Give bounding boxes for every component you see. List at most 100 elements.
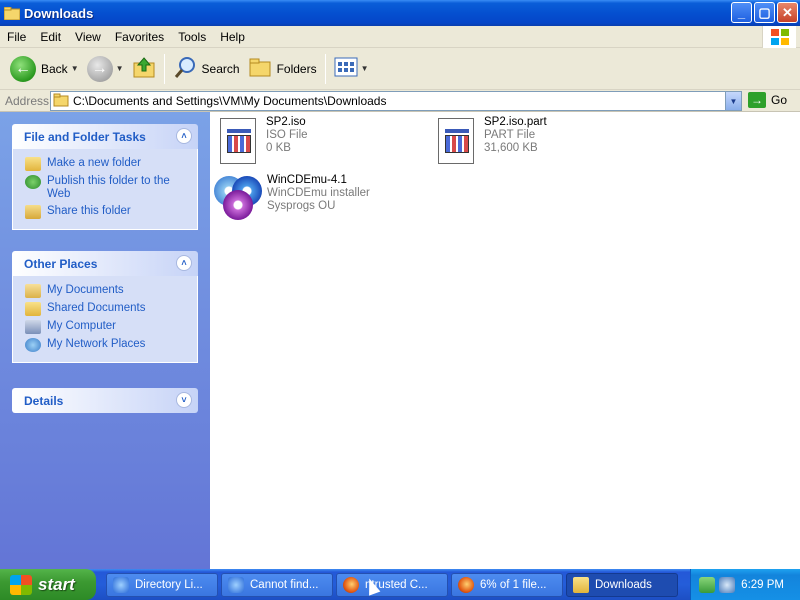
up-button[interactable]	[128, 52, 160, 86]
publish-web-icon	[25, 175, 41, 189]
start-label: start	[38, 574, 75, 594]
firefox-icon	[458, 576, 474, 593]
windows-flag-icon	[10, 574, 32, 595]
generic-file-icon	[218, 116, 258, 166]
place-my-computer[interactable]: My Computer	[25, 318, 189, 336]
place-my-network-places[interactable]: My Network Places	[25, 336, 189, 354]
task-label: Share this folder	[47, 205, 131, 217]
taskbar-item-label: Cannot find...	[250, 578, 319, 591]
file-item[interactable]: SP2.iso ISO File 0 KB	[218, 116, 308, 166]
folder-icon	[53, 93, 69, 110]
place-label: Shared Documents	[47, 302, 146, 314]
task-publish-web[interactable]: Publish this folder to the Web	[25, 173, 189, 203]
go-arrow-icon: →	[748, 92, 766, 108]
panel-title: Other Places	[24, 256, 98, 271]
menu-favorites[interactable]: Favorites	[108, 27, 171, 47]
details-panel: Details ˅	[12, 388, 198, 413]
menu-tools[interactable]: Tools	[171, 27, 213, 47]
folders-label: Folders	[276, 61, 317, 76]
address-input[interactable]: C:\Documents and Settings\VM\My Document…	[50, 91, 742, 111]
panel-title: File and Folder Tasks	[24, 129, 146, 144]
network-places-icon	[25, 338, 41, 352]
title-bar[interactable]: Downloads _ ▢ ✕	[0, 0, 800, 26]
file-list[interactable]: SP2.iso ISO File 0 KB SP2.iso.part PART …	[210, 112, 800, 569]
go-label: Go	[771, 93, 788, 107]
views-button[interactable]: ▼	[330, 52, 373, 86]
task-label: Publish this folder to the Web	[47, 175, 170, 200]
taskbar: start Directory Li... Cannot find... ntr…	[0, 569, 800, 600]
generic-file-icon	[436, 116, 476, 166]
forward-arrow-icon: →	[86, 55, 113, 82]
menu-view[interactable]: View	[68, 27, 108, 47]
file-type: WinCDEmu installer	[267, 187, 370, 199]
search-button[interactable]: Search	[169, 52, 244, 86]
maximize-button[interactable]: ▢	[754, 2, 775, 23]
taskbar-item[interactable]: ntrusted C...	[336, 572, 448, 597]
taskbar-item[interactable]: Directory Li...	[106, 572, 218, 597]
folders-button[interactable]: Folders	[244, 52, 321, 86]
close-button[interactable]: ✕	[777, 2, 798, 23]
place-label: My Documents	[47, 284, 124, 296]
place-label: My Computer	[47, 320, 117, 332]
chevron-down-icon[interactable]: ▼	[116, 64, 124, 73]
toolbar: ← Back ▼ → ▼ Search Folders ▼	[0, 48, 800, 90]
folder-icon	[3, 6, 21, 20]
new-folder-icon	[25, 157, 41, 171]
firefox-icon	[343, 576, 359, 593]
back-label: Back	[41, 61, 68, 76]
menu-file[interactable]: File	[0, 27, 33, 47]
taskbar-item-label: Directory Li...	[135, 578, 203, 591]
network-tray-icon[interactable]	[699, 576, 715, 593]
chevron-down-icon[interactable]: ▼	[361, 64, 369, 73]
file-folder-tasks-panel: File and Folder Tasks ˄ Make a new folde…	[12, 124, 198, 230]
folder-up-icon	[132, 55, 156, 82]
folders-icon	[248, 56, 272, 81]
taskbar-item[interactable]: 6% of 1 file...	[451, 572, 563, 597]
task-share-folder[interactable]: Share this folder	[25, 203, 189, 221]
file-type: PART File	[484, 129, 536, 141]
collapse-icon[interactable]: ˄	[176, 255, 192, 271]
search-icon	[173, 55, 197, 82]
ie-icon	[228, 576, 244, 593]
safely-remove-icon[interactable]	[719, 576, 735, 593]
taskbar-item-label: Downloads	[595, 578, 652, 591]
taskbar-item[interactable]: Cannot find...	[221, 572, 333, 597]
taskbar-item-label: 6% of 1 file...	[480, 578, 547, 591]
file-name: WinCDEmu-4.1	[267, 174, 347, 186]
file-name: SP2.iso	[266, 116, 306, 128]
menu-edit[interactable]: Edit	[33, 27, 68, 47]
other-places-panel: Other Places ˄ My Documents Shared Docum…	[12, 251, 198, 363]
place-my-documents[interactable]: My Documents	[25, 282, 189, 300]
panel-header[interactable]: Other Places ˄	[12, 251, 198, 276]
panel-header[interactable]: Details ˅	[12, 388, 198, 413]
panel-title: Details	[24, 393, 64, 408]
file-type: ISO File	[266, 129, 308, 141]
go-button[interactable]: → Go	[748, 92, 787, 108]
chevron-down-icon[interactable]: ▼	[71, 64, 79, 73]
forward-button[interactable]: → ▼	[83, 52, 128, 86]
place-label: My Network Places	[47, 338, 146, 350]
panel-header[interactable]: File and Folder Tasks ˄	[12, 124, 198, 149]
ie-icon	[113, 576, 129, 593]
cd-installer-icon	[214, 174, 262, 222]
menu-bar: File Edit View Favorites Tools Help	[0, 26, 800, 48]
file-item[interactable]: WinCDEmu-4.1 WinCDEmu installer Sysprogs…	[214, 174, 370, 222]
collapse-icon[interactable]: ˄	[176, 128, 192, 144]
place-shared-documents[interactable]: Shared Documents	[25, 300, 189, 318]
address-dropdown-button[interactable]: ▼	[725, 92, 741, 110]
toolbar-separator	[324, 53, 326, 84]
address-value: C:\Documents and Settings\VM\My Document…	[73, 94, 387, 108]
menu-help[interactable]: Help	[213, 27, 252, 47]
window-title: Downloads	[24, 5, 94, 21]
my-documents-icon	[25, 284, 41, 298]
back-button[interactable]: ← Back ▼	[6, 52, 83, 86]
system-tray: 6:29 PM	[690, 569, 800, 600]
file-company: Sysprogs OU	[267, 200, 336, 212]
clock[interactable]: 6:29 PM	[741, 579, 784, 591]
expand-icon[interactable]: ˅	[176, 392, 192, 408]
task-make-new-folder[interactable]: Make a new folder	[25, 155, 189, 173]
start-button[interactable]: start	[0, 569, 96, 600]
taskbar-item[interactable]: Downloads	[566, 572, 678, 597]
file-item[interactable]: SP2.iso.part PART File 31,600 KB	[436, 116, 547, 166]
minimize-button[interactable]: _	[731, 2, 752, 23]
